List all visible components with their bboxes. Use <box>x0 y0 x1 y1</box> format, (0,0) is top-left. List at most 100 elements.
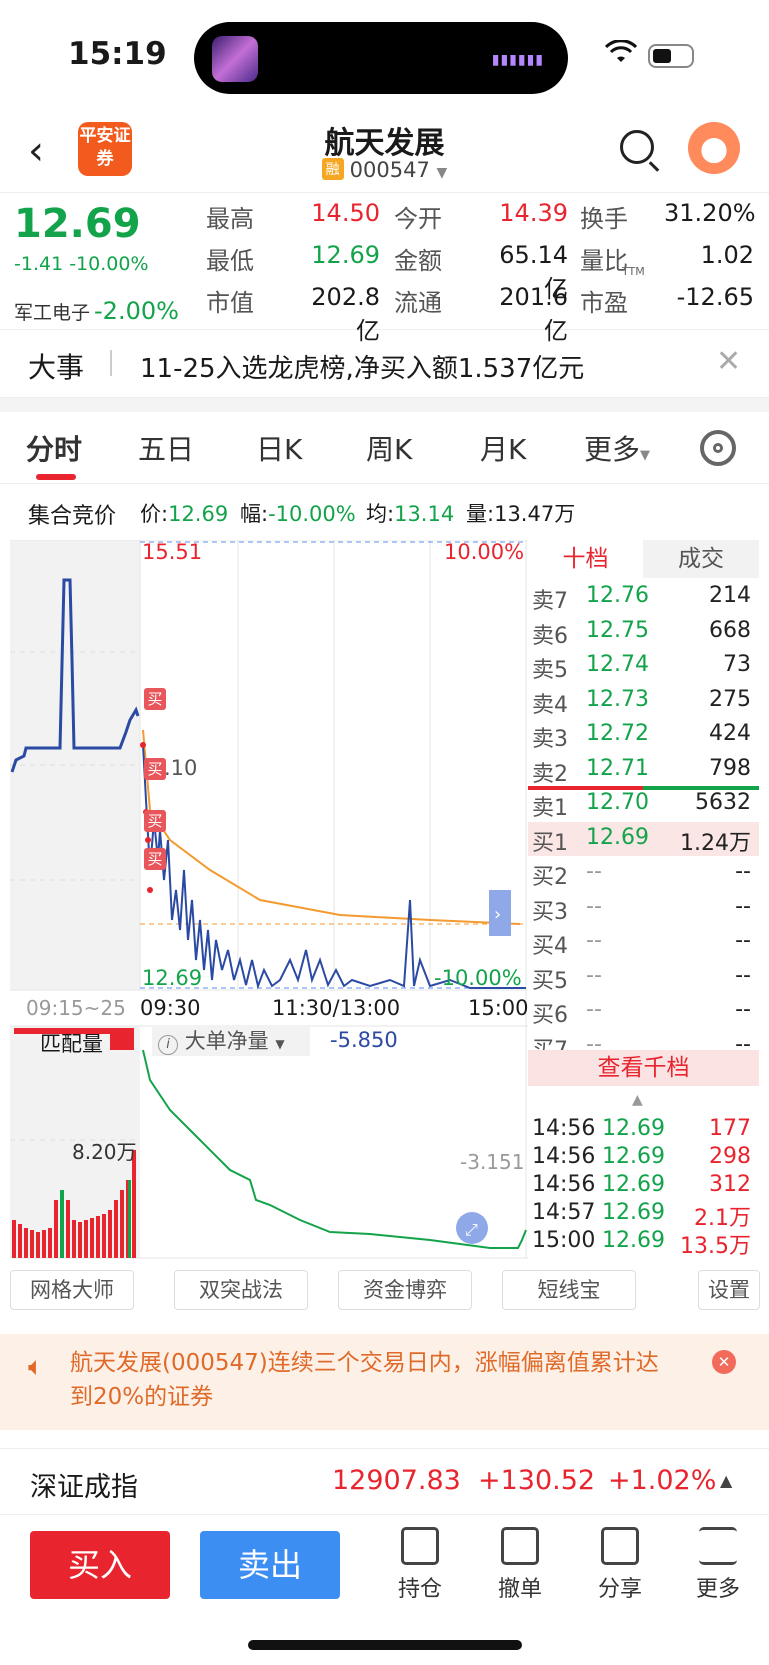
book-level: 卖1 <box>532 796 568 821</box>
collapse-icon[interactable]: ▲ <box>632 1092 643 1108</box>
tool-short-line[interactable]: 短线宝 <box>502 1270 636 1310</box>
more-label: 更多 <box>695 1577 740 1602</box>
book-level: 卖4 <box>532 692 568 718</box>
indicator-value: -5.850 <box>330 1028 398 1052</box>
buy-marker[interactable]: 买 <box>144 688 166 710</box>
share-button[interactable]: 分享 <box>580 1527 660 1603</box>
event-tag: 大事 <box>28 351 85 384</box>
book-level: 买2 <box>532 865 568 890</box>
x-label-auction: 09:15~25 <box>26 996 126 1020</box>
trade-t: 14:57 <box>532 1200 596 1225</box>
book-price: -- <box>586 928 602 953</box>
x-label-midday: 11:30/13:00 <box>272 996 401 1020</box>
tool-capital-game[interactable]: 资金博弈 <box>338 1270 472 1310</box>
book-volume: 5632 <box>695 790 751 815</box>
book-row: 买6 -- -- <box>528 994 759 1028</box>
index-pct: +1.02% <box>608 1465 717 1496</box>
divider <box>0 398 769 412</box>
book-level: 买6 <box>532 1003 568 1028</box>
book-volume: 275 <box>709 686 751 712</box>
tab-trades[interactable]: 成交 <box>643 540 759 578</box>
tab-indicator <box>36 474 76 480</box>
book-row: 卖4 12.73 275 <box>528 684 759 718</box>
book-volume: -- <box>735 928 751 953</box>
buy-button[interactable]: 买入 <box>30 1531 170 1599</box>
trade-row: 14:57 12.69 2.1万 <box>528 1200 759 1231</box>
book-level: 买1 <box>532 830 568 856</box>
undo-icon <box>501 1527 539 1565</box>
svg-text:›: › <box>494 904 501 925</box>
tab-intraday[interactable]: 分时 <box>26 428 82 468</box>
trade-row: 14:56 12.69 177 <box>528 1116 759 1144</box>
search-icon[interactable] <box>620 130 660 172</box>
buy-marker[interactable]: 买 <box>144 758 166 780</box>
book-row: 卖2 12.71 798 <box>528 753 759 787</box>
tool-settings[interactable]: 设置 <box>698 1270 760 1310</box>
tab-daily-k[interactable]: 日K <box>256 428 302 468</box>
auction-label: 集合竞价 <box>28 504 117 529</box>
divider <box>643 786 759 790</box>
cancel-order-button[interactable]: 撤单 <box>480 1527 560 1603</box>
menu-icon <box>699 1527 737 1565</box>
trade-row: 14:56 12.69 298 <box>528 1144 759 1172</box>
tab-more[interactable]: 更多▼ <box>584 428 650 468</box>
info-volume: 量:13.47万 <box>466 502 576 526</box>
tab-five-day[interactable]: 五日 <box>138 428 194 468</box>
tab-ten-levels[interactable]: 十档 <box>528 540 643 578</box>
info-amplitude: 幅:-10.00% <box>240 502 356 526</box>
risk-alert[interactable]: 🔈︎ 航天发展(000547)连续三个交易日内，涨幅偏离值累计达到20%的证券 … <box>0 1334 769 1430</box>
last-price: 12.69 <box>14 201 141 247</box>
music-app-icon[interactable] <box>212 36 258 82</box>
stat-value: -12.65 <box>676 283 754 311</box>
close-icon[interactable]: ✕ <box>716 344 741 379</box>
book-volume: 1.24万 <box>680 830 751 856</box>
stat-value: 12.69 <box>311 241 380 269</box>
y-mid: .10 <box>164 756 198 780</box>
positions-button[interactable]: 持仓 <box>380 1527 460 1603</box>
gear-icon[interactable] <box>700 430 736 466</box>
info-price: 价:12.69 <box>140 502 229 526</box>
broker-logo[interactable]: 平安证券 <box>78 122 132 176</box>
more-button[interactable]: 更多 <box>678 1527 758 1603</box>
book-volume: 668 <box>709 617 751 643</box>
sell-button[interactable]: 卖出 <box>200 1531 340 1599</box>
tool-grid-master[interactable]: 网格大师 <box>10 1270 134 1310</box>
price-change: -1.41 -10.00% <box>14 253 149 275</box>
book-price: 12.72 <box>586 721 649 746</box>
chevron-up-icon[interactable]: ▲ <box>720 1471 732 1490</box>
book-level: 买3 <box>532 899 568 925</box>
assistant-avatar-icon[interactable] <box>688 122 740 174</box>
trade-v: 13.5万 <box>680 1234 751 1259</box>
svg-text:⤢: ⤢ <box>465 1220 478 1239</box>
indicator-selector[interactable]: i 大单净量 ▼ <box>152 1026 310 1056</box>
tab-monthly-k[interactable]: 月K <box>480 428 526 468</box>
audio-wave-icon: ▮▮▮▮▮▮ <box>491 52 544 68</box>
trade-p: 12.69 <box>602 1228 665 1253</box>
home-indicator <box>248 1640 522 1650</box>
book-level: 卖3 <box>532 727 568 752</box>
trade-t: 14:56 <box>532 1172 596 1197</box>
stat-label: 换手 <box>580 205 628 233</box>
book-price: -- <box>586 859 602 884</box>
index-value: 12907.83 <box>332 1465 461 1496</box>
buy-marker[interactable]: 买 <box>144 848 166 870</box>
index-ticker[interactable]: 深证成指 12907.83 +130.52 +1.02% ▲ <box>0 1448 769 1514</box>
y-low-pct: -10.00% <box>434 966 522 990</box>
trade-t: 14:56 <box>532 1116 596 1141</box>
tab-more-label: 更多 <box>584 433 641 466</box>
book-row: 买2 -- -- <box>528 856 759 890</box>
stat-label: 量比 <box>580 247 628 275</box>
tool-double-breakout[interactable]: 双突战法 <box>174 1270 308 1310</box>
event-banner[interactable]: 大事 11-25入选龙虎榜,净买入额1.537亿元 ✕ <box>0 332 769 398</box>
tab-weekly-k[interactable]: 周K <box>366 428 412 468</box>
book-volume: 424 <box>709 721 751 746</box>
caret-down-icon: ▼ <box>640 448 651 463</box>
close-icon[interactable]: ✕ <box>712 1350 736 1374</box>
view-thousand-levels-button[interactable]: 查看千档 <box>528 1050 759 1086</box>
buy-marker[interactable]: 买 <box>144 810 166 832</box>
sector-info[interactable]: 军工电子 -2.00% <box>14 297 179 325</box>
back-icon[interactable]: ‹ <box>28 128 44 174</box>
book-price: 12.70 <box>586 790 649 815</box>
book-row: 卖7 12.76 214 <box>528 580 759 614</box>
clock: 15:19 <box>68 36 167 72</box>
